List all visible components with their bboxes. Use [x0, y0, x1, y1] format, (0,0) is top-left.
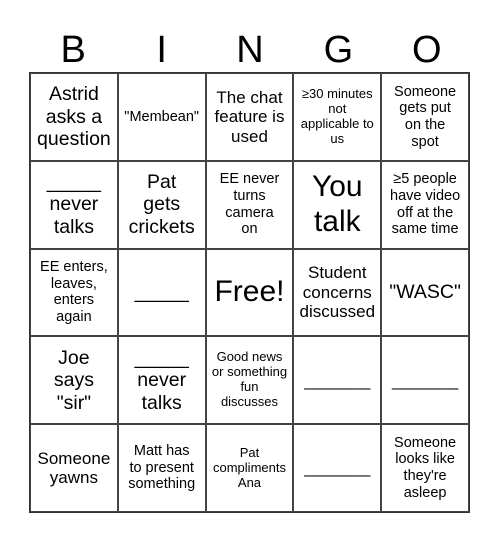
bingo-cell-text: Good news or something fun discusses [211, 349, 288, 410]
bingo-cell-text: _______ [304, 458, 371, 478]
header-letter-b: B [60, 29, 86, 71]
bingo-cell-text: _______ [304, 370, 371, 390]
free-space-cell[interactable]: Free! [205, 248, 294, 337]
bingo-cell[interactable]: Pat compliments Ana [205, 424, 294, 512]
bingo-cell[interactable]: _______ [293, 424, 382, 512]
bingo-cell-text: "WASC" [389, 281, 461, 304]
bingo-cell-text: Matt has to present something [128, 443, 196, 493]
bingo-cell[interactable]: Someone looks like they're asleep [381, 424, 469, 512]
bingo-cell-text: Someone yawns [37, 448, 111, 488]
bingo-cell[interactable]: Astrid asks a question [30, 73, 118, 161]
bingo-cell[interactable]: ≥5 people have video off at the same tim… [381, 160, 469, 249]
header-letter-i: I [156, 29, 167, 71]
header-letter-o: O [412, 29, 442, 71]
bingo-cell-text: _____ [134, 281, 189, 304]
bingo-cell-text: Pat compliments Ana [213, 444, 286, 490]
bingo-cell[interactable]: EE enters, leaves, enters again [30, 248, 118, 337]
bingo-cell[interactable]: EE never turns camera on [205, 160, 294, 249]
bingo-cell[interactable]: Someone yawns [30, 424, 118, 512]
bingo-cell[interactable]: "WASC" [381, 248, 469, 337]
bingo-cell-text: Pat gets crickets [128, 171, 195, 238]
bingo-cell[interactable]: _______ [293, 336, 382, 425]
bingo-cell[interactable]: Joe says "sir" [30, 336, 118, 425]
bingo-cell-text: ≥5 people have video off at the same tim… [390, 171, 461, 238]
bingo-cell-text: You talk [311, 170, 363, 238]
bingo-cell-text: Someone looks like they're asleep [394, 434, 457, 501]
bingo-cell[interactable]: Student concerns discussed [293, 248, 382, 337]
bingo-cell[interactable]: _______ [381, 336, 469, 425]
bingo-cell-text: Free! [214, 275, 285, 309]
bingo-cell[interactable]: The chat feature is used [205, 73, 294, 161]
bingo-cell[interactable]: _____ never talks [117, 336, 206, 425]
bingo-cell-text: _______ [392, 370, 459, 390]
bingo-cell-text: _____ never talks [134, 346, 189, 414]
bingo-grid: Astrid asks a question "Membean" The chat … [29, 72, 470, 513]
bingo-cell[interactable]: _____ never talks [30, 160, 118, 249]
bingo-cell[interactable]: Pat gets crickets [117, 160, 206, 249]
bingo-cell-text: _____ never talks [46, 171, 102, 238]
bingo-cell[interactable]: _____ [117, 248, 206, 337]
bingo-cell[interactable]: "Membean" [117, 73, 206, 161]
bingo-cell[interactable]: Good news or something fun discusses [205, 336, 294, 425]
bingo-cell-text: "Membean" [124, 108, 200, 125]
header-letter-n: N [236, 29, 264, 71]
bingo-cell-text: EE enters, leaves, enters again [40, 259, 108, 326]
bingo-cell-text: Joe says "sir" [53, 346, 94, 414]
bingo-cell[interactable]: Matt has to present something [117, 424, 206, 512]
bingo-cell[interactable]: ≥30 minutes not applicable to us [293, 73, 382, 161]
bingo-cell-text: The chat feature is used [214, 87, 285, 146]
bingo-cell[interactable]: Someone gets put on the spot [381, 73, 469, 161]
bingo-cell-text: Someone gets put on the spot [394, 83, 457, 150]
bingo-cell-text: Student concerns discussed [299, 263, 376, 322]
header-letter-g: G [323, 29, 354, 71]
bingo-cell-text: EE never turns camera on [219, 171, 280, 238]
bingo-cell[interactable]: You talk [293, 160, 382, 249]
bingo-cell-text: Astrid asks a question [37, 83, 111, 151]
bingo-cell-text: ≥30 minutes not applicable to us [300, 86, 374, 146]
bingo-header: B I N G O [29, 28, 471, 72]
